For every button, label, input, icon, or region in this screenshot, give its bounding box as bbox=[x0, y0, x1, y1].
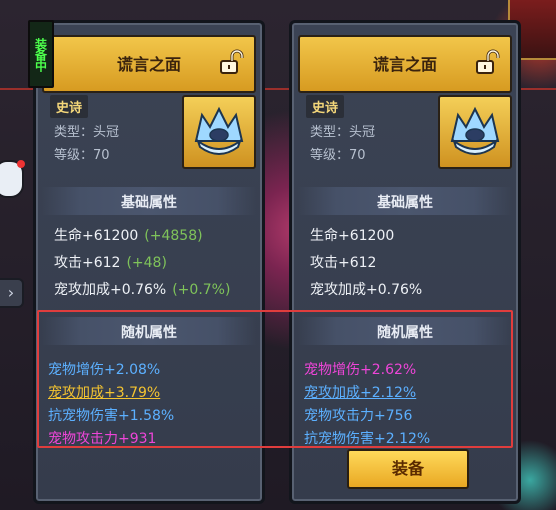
base-stat-pet-attack-bonus: 宠攻加成+0.76% (+0.7%) bbox=[54, 282, 231, 298]
item-title-bar: 谎言之面 bbox=[42, 35, 256, 93]
item-type: 类型：头冠 bbox=[54, 125, 120, 140]
equip-button[interactable]: 装备 bbox=[347, 449, 469, 489]
base-attributes-header: 基础属性 bbox=[42, 187, 256, 215]
unlock-icon[interactable] bbox=[218, 49, 244, 75]
rarity-label: 史诗 bbox=[306, 95, 345, 118]
notification-dot bbox=[17, 160, 25, 168]
unlock-icon[interactable] bbox=[474, 49, 500, 75]
crown-mask-icon bbox=[450, 106, 500, 155]
item-level: 等级：70 bbox=[310, 148, 366, 163]
base-attributes-header: 基础属性 bbox=[298, 187, 512, 215]
random-attributes-highlight-box bbox=[37, 310, 513, 448]
side-chat-avatar-icon[interactable] bbox=[0, 160, 25, 198]
item-type: 类型：头冠 bbox=[310, 125, 376, 140]
rarity-label: 史诗 bbox=[50, 95, 89, 118]
item-icon-frame bbox=[182, 95, 256, 169]
crown-mask-icon bbox=[194, 106, 244, 155]
base-stat-attack: 攻击+612 (+48) bbox=[54, 255, 167, 271]
item-title-bar: 谎言之面 bbox=[298, 35, 512, 93]
base-stat-hp: 生命+61200 (+4858) bbox=[54, 228, 203, 244]
item-icon-frame bbox=[438, 95, 512, 169]
side-expand-arrow-icon[interactable]: › bbox=[0, 278, 24, 308]
base-stat-pet-attack-bonus: 宠攻加成+0.76% bbox=[310, 282, 423, 298]
base-stat-hp: 生命+61200 bbox=[310, 228, 395, 244]
item-level: 等级：70 bbox=[54, 148, 110, 163]
equipped-tag: 装备中 bbox=[28, 20, 54, 88]
base-stat-attack: 攻击+612 bbox=[310, 255, 377, 271]
